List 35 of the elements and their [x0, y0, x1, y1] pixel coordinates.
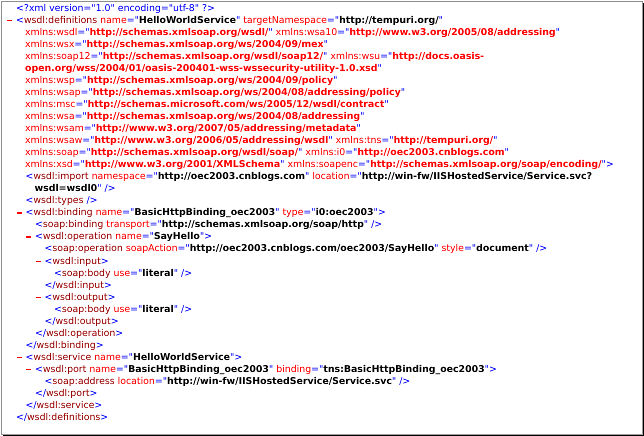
- xml-line: xmlns:wsp="http://schemas.xmlsoap.org/ws/2004/09/policy": [25, 74, 338, 86]
- xml-line: </wsdl:binding>: [26, 340, 104, 351]
- xml-line: </wsdl:output>: [44, 316, 119, 327]
- xml-line: </wsdl:input>: [44, 280, 112, 291]
- xml-line: <wsdl:types />: [26, 195, 98, 206]
- xml-line: <wsdl:operation name="SayHello">: [35, 231, 212, 242]
- xml-line: xmlns:soap="http://schemas.xmlsoap.org/wsdl/soap/" xmlns:i0="http://oec2003.cnblogs.com": [25, 147, 509, 158]
- xml-line: <soap:binding transport="http://schemas.xmlsoap.org/soap/http" />: [35, 219, 382, 230]
- xml-line: xmlns:wsaw="http://www.w3.org/2006/05/addressing/wsdl" xmlns:tns="http://tempuri.org/": [25, 135, 498, 146]
- xml-line: xmlns:xsd="http://www.w3.org/2001/XMLSchema" xmlns:soapenc="http://schemas.xmlsoap.org/soap/encoding/">: [25, 159, 614, 170]
- xml-line: xmlns:msc="http://schemas.microsoft.com/ws/2005/12/wsdl/contract": [25, 98, 389, 110]
- xml-line: open.org/wss/2004/01/oasis-200401-wss-wssecurity-utility-1.0.xsd": [25, 62, 382, 74]
- xml-line: <wsdl:import namespace="http://oec2003.cnblogs.com" location="http://win-fw/IISHostedService/Service.svc?: [26, 171, 592, 182]
- xml-line: </wsdl:definitions>: [16, 412, 108, 424]
- xml-line: xmlns:wsa="http://schemas.xmlsoap.org/ws/2004/08/addressing": [25, 110, 364, 122]
- xml-line: xmlns:soap12="http://schemas.xmlsoap.org/wsdl/soap12/" xmlns:wsu="http://docs.oasis-: [25, 50, 484, 62]
- xml-line: <soap:address location="http://win-fw/IISHostedService/Service.svc" />: [44, 376, 410, 387]
- xml-line: <wsdl:input>: [44, 256, 109, 266]
- xml-line: wsdl=wsdl0" />: [34, 183, 116, 194]
- xml-line: xmlns:wsap="http://schemas.xmlsoap.org/ws/2004/08/addressing/policy": [25, 86, 406, 98]
- xml-line: <wsdl:output>: [44, 292, 116, 303]
- xml-line: <soap:body use="literal" />: [54, 268, 192, 279]
- xml-line: </wsdl:port>: [35, 388, 98, 400]
- xml-line: xmlns:wsx="http://schemas.xmlsoap.org/ws/2004/09/mex": [25, 38, 328, 50]
- xml-line: xmlns:wsam="http://www.w3.org/2007/05/addressing/metadata": [25, 122, 361, 134]
- xml-line: <soap:operation soapAction="http://oec2003.cnblogs.com/oec2003/SayHello" style="document" />: [44, 243, 548, 254]
- xml-line: <wsdl:definitions name="HelloWorldService" targetNamespace="http://tempuri.org/": [16, 14, 443, 26]
- xml-line: <wsdl:service name="HelloWorldService">: [26, 352, 242, 363]
- xml-line: <wsdl:binding name="BasicHttpBinding_oec2003" type="i0:oec2003">: [26, 207, 386, 218]
- xml-line: xmlns:wsdl="http://schemas.xmlsoap.org/wsdl/" xmlns:wsa10="http://www.w3.org/2005/08/addressing": [25, 26, 560, 38]
- xml-line: <soap:body use="literal" />: [54, 304, 192, 315]
- xml-line: <?xml version="1.0" encoding="utf-8" ?>: [16, 2, 215, 14]
- xml-line: </wsdl:service>: [26, 400, 102, 412]
- xml-line: </wsdl:operation>: [35, 328, 124, 339]
- xml-line: <wsdl:port name="BasicHttpBinding_oec2003" binding="tns:BasicHttpBinding_oec2003">: [35, 364, 497, 375]
